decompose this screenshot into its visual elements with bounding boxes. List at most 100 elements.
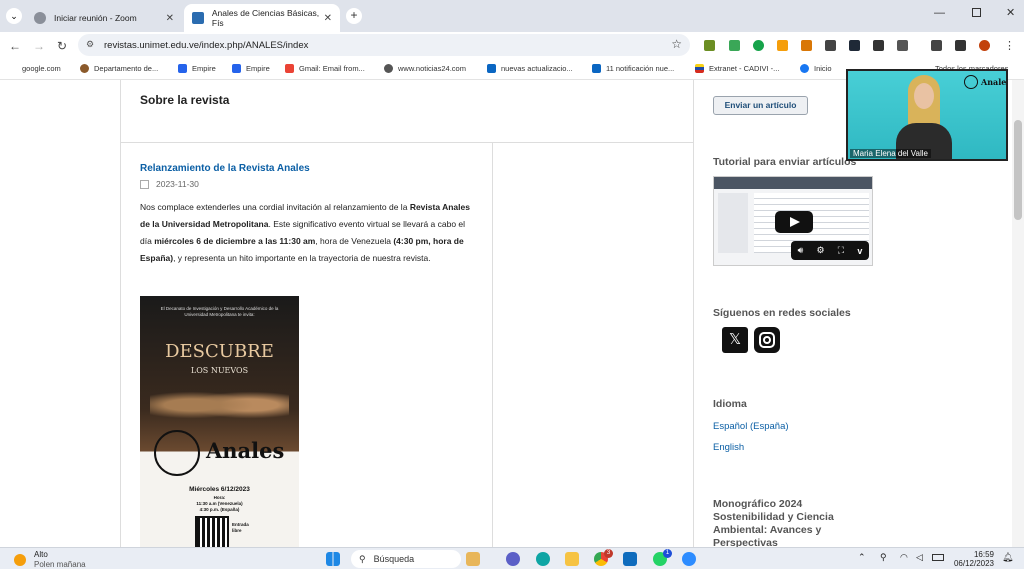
extensions-puzzle-icon[interactable] [897, 40, 908, 51]
tutorial-video[interactable]: 🔊︎ ⚙ ⛶ v [713, 176, 873, 266]
zoom-icon [34, 12, 46, 24]
article-date: 2023-11-30 [140, 179, 199, 189]
bookmark-item[interactable]: Extranet - CADIVI -... [695, 64, 779, 73]
bookmark-item[interactable]: Gmail: Email from... [285, 64, 365, 73]
participant-name: Maria Elena del Valle [850, 149, 932, 158]
bookmark-star-icon[interactable]: ☆ [671, 37, 682, 51]
submit-article-button[interactable]: Enviar un artículo [713, 96, 808, 115]
divider [693, 80, 694, 547]
journal-icon [192, 12, 204, 24]
facebook-icon [800, 64, 809, 73]
linkedin-icon [487, 64, 496, 73]
extension-icon[interactable] [801, 40, 812, 51]
scrollbar-track[interactable] [1012, 80, 1024, 547]
bookmark-item[interactable]: Departamento de... [80, 64, 158, 73]
language-en-link[interactable]: English [713, 442, 744, 453]
weather-sun-icon [14, 554, 26, 566]
section-title: Sobre la revista [140, 93, 230, 107]
video-play-icon[interactable] [775, 211, 813, 233]
anales-logo-circle [154, 430, 200, 476]
article-title-link[interactable]: Relanzamiento de la Revista Anales [140, 163, 310, 174]
empire-icon [178, 64, 187, 73]
weather-widget[interactable]: Alto Polen mañana [14, 550, 86, 570]
volume-icon[interactable]: 🔊︎ [798, 245, 804, 256]
wifi-icon[interactable]: ◠ [900, 552, 908, 563]
empire-icon [232, 64, 241, 73]
teams-icon[interactable] [506, 552, 520, 566]
bookmark-item[interactable]: www.noticias24.com [384, 64, 466, 73]
anales-logo: Anales [964, 75, 1006, 89]
location-icon[interactable]: ⚲ [880, 552, 887, 563]
settings-icon[interactable]: ⚙ [817, 245, 825, 256]
outlook-icon[interactable] [623, 552, 637, 566]
extension-icon[interactable] [825, 40, 836, 51]
address-bar[interactable]: ⚙ revistas.unimet.edu.ve/index.php/ANALE… [78, 34, 690, 56]
close-window-icon[interactable]: ✕ [1006, 6, 1015, 19]
search-icon: ⚲ [359, 553, 366, 564]
instagram-icon[interactable] [754, 327, 780, 353]
video-controls[interactable]: 🔊︎ ⚙ ⛶ v [791, 241, 869, 260]
tab-anales[interactable]: Anales de Ciencias Básicas, Fís ✕ [184, 4, 340, 32]
scrollbar-thumb[interactable] [1014, 120, 1022, 220]
tab-search-button[interactable]: ⌄ [6, 8, 22, 24]
extension-icon[interactable] [777, 40, 788, 51]
new-tab-button[interactable]: + [346, 8, 362, 24]
gmail-icon [285, 64, 294, 73]
tab-zoom[interactable]: Iniciar reunión - Zoom ✕ [26, 4, 182, 32]
extension-icon[interactable] [704, 40, 715, 51]
minimize-icon[interactable]: — [934, 7, 945, 19]
widgets-icon[interactable] [466, 552, 480, 566]
taskbar-search[interactable]: ⚲ Búsqueda [351, 550, 461, 568]
video-call-overlay[interactable]: Anales Maria Elena del Valle [846, 69, 1008, 161]
tab-title: Iniciar reunión - Zoom [54, 13, 137, 23]
hands-illustration [150, 384, 289, 426]
vimeo-icon[interactable]: v [857, 246, 862, 256]
close-tab-icon[interactable]: ✕ [324, 13, 332, 24]
menu-icon[interactable]: ⋮ [1004, 39, 1015, 52]
zoom-icon[interactable] [682, 552, 696, 566]
battery-icon[interactable] [932, 554, 944, 561]
avatar[interactable] [979, 40, 990, 51]
edge-icon[interactable] [536, 552, 550, 566]
poster-headline: DESCUBRE [165, 341, 274, 362]
back-icon[interactable]: ← [9, 39, 21, 53]
crest-icon [80, 64, 89, 73]
bookmark-item[interactable]: Empire [232, 64, 270, 73]
calendar-icon [140, 179, 149, 189]
bookmark-item[interactable]: Inicio [800, 64, 832, 73]
tray-chevron-icon[interactable]: ⌃ [858, 552, 866, 563]
clock[interactable]: 16:59 06/12/2023 [952, 550, 994, 568]
extension-icon[interactable] [753, 40, 764, 51]
forward-icon[interactable]: → [33, 39, 45, 53]
close-tab-icon[interactable]: ✕ [166, 13, 174, 24]
x-twitter-icon[interactable]: 𝕏 [722, 327, 748, 353]
windows-taskbar: Alto Polen mañana ⚲ Búsqueda 3 1 ⌃ ⚲ ◠ ◁… [0, 547, 1024, 569]
qr-code [195, 516, 229, 547]
file-explorer-icon[interactable] [565, 552, 579, 566]
tab-title: Anales de Ciencias Básicas, Fís [211, 8, 320, 28]
event-poster: El Decanato de Investigación y Desarroll… [140, 296, 299, 547]
extension-icon[interactable] [849, 40, 860, 51]
chrome-badge: 3 [604, 549, 613, 558]
notifications-icon[interactable]: 🔔︎ [1002, 552, 1013, 563]
bookmark-item[interactable]: google.com [22, 64, 61, 73]
volume-icon[interactable]: ◁ [916, 552, 923, 563]
maximize-icon[interactable] [972, 8, 981, 17]
extension-icon[interactable] [729, 40, 740, 51]
bookmark-item[interactable]: nuevas actualizacio... [487, 64, 573, 73]
bookmark-item[interactable]: Empire [178, 64, 216, 73]
poster-hora-ve: 11:30 a.m (Venezuela) [196, 501, 243, 506]
language-es-link[interactable]: Español (España) [713, 421, 789, 432]
browser-toolbar: ← → ↻ ⚙ revistas.unimet.edu.ve/index.php… [0, 32, 1024, 58]
side-panel-icon[interactable] [955, 40, 966, 51]
poster-hora-es: 4:30 p.m. (España) [199, 507, 240, 512]
site-info-icon[interactable]: ⚙ [86, 39, 94, 50]
fullscreen-icon[interactable]: ⛶ [838, 245, 844, 256]
reload-icon[interactable]: ↻ [57, 39, 67, 53]
tutorial-heading: Tutorial para enviar artículos [713, 156, 857, 168]
windows-start-icon[interactable] [326, 552, 340, 566]
download-icon[interactable] [931, 40, 942, 51]
poster-brand: Anales [206, 438, 285, 463]
extension-icon[interactable] [873, 40, 884, 51]
bookmark-item[interactable]: 11 notificación nue... [592, 64, 674, 73]
